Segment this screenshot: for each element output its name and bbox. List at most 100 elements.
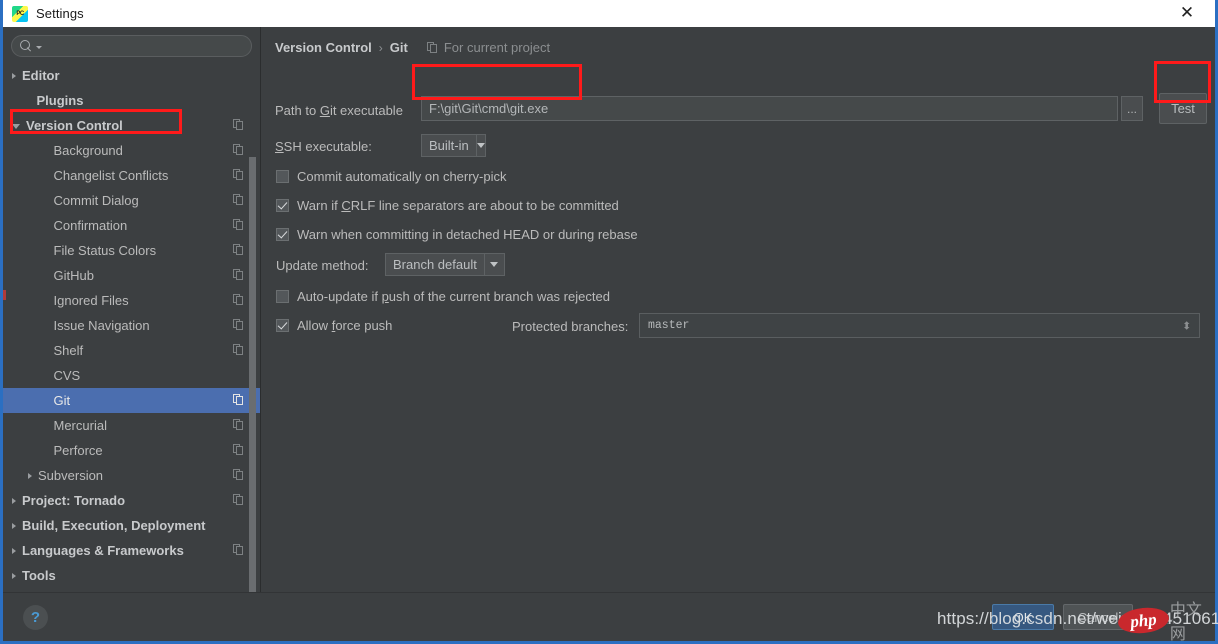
title-bar: Settings ✕ <box>3 0 1215 27</box>
sidebar-item-changelist-conflicts[interactable]: Changelist Conflicts <box>3 163 260 188</box>
expand-icon[interactable]: ⬍ <box>1182 320 1193 331</box>
protected-branches-value: master <box>648 319 690 332</box>
sidebar-scrollbar-thumb[interactable] <box>249 157 256 592</box>
path-label-mnemonic: G <box>319 103 330 118</box>
ssh-executable-select[interactable]: Built-in <box>421 134 486 157</box>
checkbox-box[interactable] <box>276 290 289 303</box>
sidebar-item-label: Project: Tornado <box>22 493 126 508</box>
chevron-down-icon[interactable] <box>475 135 485 156</box>
browse-button[interactable]: ... <box>1121 96 1143 121</box>
sidebar-item-shelf[interactable]: Shelf <box>3 338 260 363</box>
breadcrumb-current: Git <box>389 40 408 55</box>
git-executable-path-input[interactable]: F:\git\Git\cmd\git.exe <box>421 96 1118 121</box>
window-title: Settings <box>36 6 84 21</box>
sidebar-item-build-execution-deployment[interactable]: Build, Execution, Deployment <box>3 513 260 538</box>
ssh-label-post: SH executable: <box>283 139 372 154</box>
settings-tree: Editor Plugins Version Control Background Ch… <box>3 63 260 588</box>
sidebar-item-label: Shelf <box>53 343 84 358</box>
copy-icon <box>233 319 244 331</box>
left-edge-sliver <box>3 33 7 45</box>
sidebar-item-label: Version Control <box>26 118 123 133</box>
checkbox-label: Allow force push <box>297 318 393 333</box>
copy-icon <box>233 419 244 431</box>
php-logo-cn: 中文网 <box>1169 600 1202 643</box>
checkbox-box[interactable] <box>276 319 289 332</box>
php-logo-ellipse: php <box>1116 604 1170 636</box>
sidebar-item-label: Git <box>53 393 71 408</box>
copy-icon <box>233 194 244 206</box>
checkbox-label: Warn if CRLF line separators are about t… <box>297 198 619 213</box>
sidebar-item-label: Background <box>53 143 123 158</box>
sidebar-item-commit-dialog[interactable]: Commit Dialog <box>3 188 260 213</box>
sidebar-item-file-status-colors[interactable]: File Status Colors <box>3 238 260 263</box>
chevron-right-icon[interactable] <box>12 497 16 504</box>
search-box[interactable] <box>11 35 252 57</box>
checkbox-commit-on-cherry-pick[interactable]: Commit automatically on cherry-pick <box>276 169 507 184</box>
sidebar-item-editor[interactable]: Editor <box>3 63 260 88</box>
close-icon[interactable]: ✕ <box>1165 0 1209 27</box>
copy-icon <box>233 494 244 506</box>
checkbox-auto-update-on-reject[interactable]: Auto-update if push of the current branc… <box>276 289 610 304</box>
update-method-select[interactable]: Branch default <box>385 253 505 276</box>
sidebar-item-perforce[interactable]: Perforce <box>3 438 260 463</box>
test-button[interactable]: Test <box>1159 93 1207 124</box>
sidebar-item-label: Perforce <box>53 443 103 458</box>
chevron-right-icon[interactable] <box>12 522 16 529</box>
chevron-right-icon[interactable] <box>12 72 16 79</box>
sidebar-item-version-control[interactable]: Version Control <box>3 113 260 138</box>
sidebar-item-label: Subversion <box>38 468 104 483</box>
protected-branches-label: Protected branches: <box>512 319 629 334</box>
breadcrumb: Version Control › Git For current projec… <box>275 40 550 55</box>
copy-icon <box>233 119 244 131</box>
sidebar-item-cvs[interactable]: CVS <box>3 363 260 388</box>
sidebar-item-label: Plugins <box>36 93 84 108</box>
settings-sidebar: Editor Plugins Version Control Background Ch… <box>3 27 261 592</box>
copy-icon <box>233 344 244 356</box>
ssh-executable-label: SSH executable: <box>275 139 372 154</box>
sidebar-item-label: Editor <box>22 68 60 83</box>
help-button[interactable]: ? <box>23 605 48 630</box>
chevron-down-icon[interactable] <box>12 124 20 129</box>
path-label-post: it executable <box>329 103 403 118</box>
checkbox-label: Warn when committing in detached HEAD or… <box>297 227 638 242</box>
sidebar-item-label: Tools <box>22 568 56 583</box>
search-input[interactable] <box>42 39 251 53</box>
sidebar-item-confirmation[interactable]: Confirmation <box>3 213 260 238</box>
sidebar-item-tools[interactable]: Tools <box>3 563 260 588</box>
checkbox-warn-crlf[interactable]: Warn if CRLF line separators are about t… <box>276 198 619 213</box>
sidebar-item-issue-navigation[interactable]: Issue Navigation <box>3 313 260 338</box>
chevron-down-icon[interactable] <box>483 254 503 275</box>
sidebar-item-github[interactable]: GitHub <box>3 263 260 288</box>
checkbox-allow-force-push[interactable]: Allow force push <box>276 318 392 333</box>
protected-branches-input[interactable]: master ⬍ <box>639 313 1200 338</box>
sidebar-item-background[interactable]: Background <box>3 138 260 163</box>
chevron-right-icon[interactable] <box>12 547 16 554</box>
chevron-right-icon[interactable] <box>12 572 16 579</box>
checkbox-warn-detached-head[interactable]: Warn when committing in detached HEAD or… <box>276 227 638 242</box>
sidebar-item-label: Languages & Frameworks <box>22 543 184 558</box>
chevron-right-icon[interactable] <box>28 472 32 479</box>
checkbox-box[interactable] <box>276 228 289 241</box>
checkbox-box[interactable] <box>276 170 289 183</box>
sidebar-item-label: GitHub <box>53 268 94 283</box>
copy-icon <box>233 544 244 556</box>
sidebar-item-label: Build, Execution, Deployment <box>22 518 206 533</box>
sidebar-scrollbar-track[interactable] <box>249 61 258 592</box>
sidebar-item-plugins[interactable]: Plugins <box>3 88 260 113</box>
sidebar-item-ignored-files[interactable]: Ignored Files <box>3 288 260 313</box>
sidebar-item-project-tornado[interactable]: Project: Tornado <box>3 488 260 513</box>
copy-icon <box>233 469 244 481</box>
sidebar-item-git[interactable]: Git <box>3 388 260 413</box>
checkbox-box[interactable] <box>276 199 289 212</box>
checkbox-label: Commit automatically on cherry-pick <box>297 169 507 184</box>
sidebar-item-subversion[interactable]: Subversion <box>3 463 260 488</box>
settings-dialog: Settings ✕ Editor Plugins Version Control B… <box>0 0 1218 644</box>
search-container <box>3 27 260 63</box>
sidebar-item-mercurial[interactable]: Mercurial <box>3 413 260 438</box>
sidebar-item-languages-frameworks[interactable]: Languages & Frameworks <box>3 538 260 563</box>
breadcrumb-parent[interactable]: Version Control <box>275 40 372 55</box>
copy-icon <box>233 444 244 456</box>
git-settings-panel: Version Control › Git For current projec… <box>262 27 1215 592</box>
sidebar-item-label: Ignored Files <box>53 293 129 308</box>
copy-icon <box>233 244 244 256</box>
